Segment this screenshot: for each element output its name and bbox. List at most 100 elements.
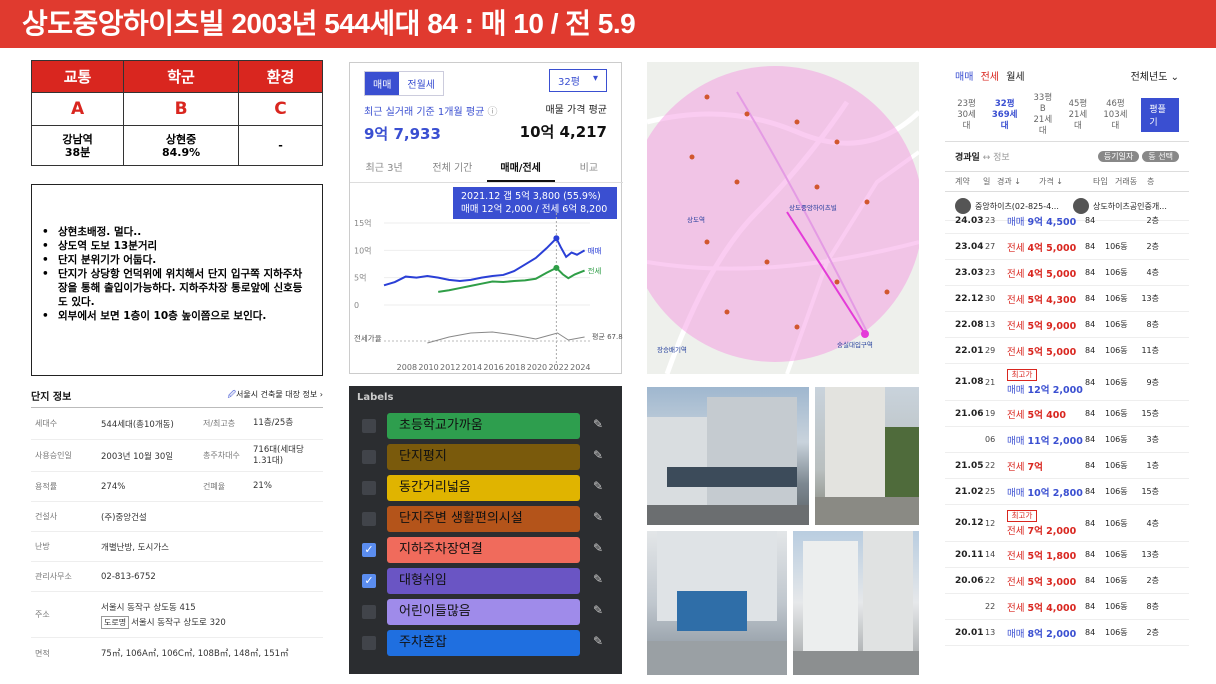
col-price[interactable]: 가격 ↓ (1039, 176, 1093, 187)
size-tab-selected[interactable]: 32평 369세대 (990, 99, 1019, 132)
location-map[interactable]: 상도중앙하이츠빌 상도역 숭실대입구역 장승배기역 (647, 62, 919, 374)
label-checkbox[interactable]: ✓ (362, 574, 376, 588)
label-pill[interactable]: 동간거리넓음 (387, 475, 580, 501)
tx-subheader: 경과일 ↔ 정보 등기일자 동 선택 (945, 142, 1189, 171)
col-contract[interactable]: 계약 (955, 176, 983, 187)
grade-info-school: 상현중 84.9% (123, 125, 240, 166)
label-checkbox[interactable]: ✓ (362, 543, 376, 557)
pencil-icon[interactable]: ✎ (593, 572, 603, 586)
tx-tab-monthly[interactable]: 월세 (1006, 72, 1024, 83)
pencil-icon[interactable]: ✎ (593, 510, 603, 524)
label-pill[interactable]: 대형쉬임 (387, 568, 580, 594)
size-select[interactable]: 32평 ▾ (549, 69, 607, 92)
pencil-icon[interactable]: ✎ (593, 541, 603, 555)
tab-rent[interactable]: 전월세 (399, 72, 443, 95)
grade-info-line: 38분 (64, 145, 91, 159)
label-pill[interactable]: 어린이들많음 (387, 599, 580, 625)
label-checkbox[interactable] (362, 636, 376, 650)
label-checkbox[interactable] (362, 481, 376, 495)
x-tick-label: 2018 (505, 363, 525, 372)
table-row[interactable]: 22.12 30 전세 5억 4,300 84 106동 13층 (945, 286, 1189, 312)
complex-area: 75㎡, 106A㎡, 106C㎡, 108B㎡, 148㎡, 151㎡ (101, 649, 289, 659)
label-pill[interactable]: 주차혼잡 (387, 630, 580, 656)
table-row[interactable]: 20.06 22 전세 5억 3,000 84 106동 2층 (945, 568, 1189, 594)
table-row[interactable]: 24.03 23 매매 9억 4,500 84 2층 (945, 208, 1189, 234)
grade-info-line: 84.9% (161, 145, 201, 159)
building-select-chip[interactable]: 동 선택 (1142, 151, 1179, 162)
label-pill[interactable]: 단지평지 (387, 444, 580, 470)
table-row[interactable]: 06 매매 11억 2,000 84 106동 3층 (945, 427, 1189, 453)
table-row[interactable]: 23.04 27 전세 4억 5,000 84 106동 2층 (945, 234, 1189, 260)
table-row[interactable]: 21.05 22 전세 7억 84 106동 1층 (945, 453, 1189, 479)
table-row[interactable]: 20.01 13 매매 8억 2,000 84 106동 2층 (945, 620, 1189, 646)
tx-amount: 4억 5,000 (1027, 242, 1077, 254)
tx-tab-rent[interactable]: 전세 (981, 72, 999, 83)
table-row[interactable]: 23.03 23 전세 4억 5,000 84 106동 4층 (945, 260, 1189, 286)
size-tab[interactable]: 46평 103세대 (1101, 99, 1129, 132)
tx-type: 84 (1085, 628, 1096, 637)
tooltip-line: 2021.12 갭 5억 3,800 (55.9%) (461, 191, 601, 202)
tx-building: 106동 (1105, 346, 1128, 355)
table-row[interactable]: 21.02 25 매매 10억 2,800 84 106동 15층 (945, 479, 1189, 505)
label-pill[interactable]: 초등학교가까움 (387, 413, 580, 439)
photo-building-gate[interactable] (815, 387, 919, 525)
tab-sale[interactable]: 매매 (365, 72, 400, 95)
y-tick-label: 15억 (354, 218, 372, 228)
tx-tab-sale[interactable]: 매매 (955, 72, 973, 83)
complex-value: 274% (101, 481, 126, 492)
tx-floor: 15층 (1141, 409, 1159, 418)
tx-type: 84 (1085, 550, 1096, 559)
grade-environment: C (238, 92, 323, 126)
tx-amount: 5억 9,000 (1027, 320, 1077, 332)
tx-day: 14 (985, 550, 996, 559)
registration-date-chip[interactable]: 등기일자 (1097, 151, 1140, 162)
col-elapsed[interactable]: 경과 ↓ (997, 176, 1039, 187)
grade-header-transport: 교통 (30, 60, 125, 93)
tx-amount: 4억 5,000 (1027, 268, 1077, 280)
pencil-icon[interactable]: ✎ (593, 448, 603, 462)
year-filter[interactable]: 전체년도 ⌄ (1131, 68, 1179, 83)
poi-marker (834, 139, 840, 145)
tab-recent-3y[interactable]: 최근 3년 (350, 153, 418, 182)
label-pill[interactable]: 지하주차장연결 (387, 537, 580, 563)
tx-floor: 8층 (1146, 602, 1159, 611)
label-checkbox[interactable] (362, 512, 376, 526)
max-price-badge: 최고가 (1007, 368, 1037, 381)
poi-marker (884, 289, 890, 295)
help-icon[interactable]: ⓘ (487, 107, 497, 118)
size-tab[interactable]: 33평B 21세대 (1031, 93, 1054, 137)
caret-down-icon: ▾ (592, 73, 598, 84)
tx-day: 29 (985, 346, 996, 355)
pencil-icon[interactable]: ✎ (593, 634, 603, 648)
table-row[interactable]: 22.01 29 전세 5억 5,000 84 106동 11층 (945, 338, 1189, 364)
tab-sale-rent[interactable]: 매매/전세 (486, 153, 555, 182)
pencil-icon[interactable]: ✎ (593, 479, 603, 493)
table-row[interactable]: 20.12 12 최고가 전세 7억 2,000 84 106동 4층 (945, 505, 1189, 542)
photo-street-view[interactable] (647, 387, 809, 525)
table-row[interactable]: 20.11 14 전세 5억 1,800 84 106동 13층 (945, 542, 1189, 568)
photo-entrance[interactable] (647, 531, 787, 675)
size-toggle-button[interactable]: 평플기 (1141, 98, 1179, 132)
tx-building: 106동 (1105, 242, 1128, 251)
tx-date: 21.02 (955, 486, 984, 497)
table-row[interactable]: 21.08 21 최고가 매매 12억 2,000 84 106동 9층 (945, 364, 1189, 401)
size-tab[interactable]: 23평 30세대 (955, 99, 978, 132)
label-pill[interactable]: 단지주변 생활편의시설 (387, 506, 580, 532)
tab-all-period[interactable]: 전체 기간 (418, 153, 486, 182)
photo-towers[interactable] (793, 531, 919, 675)
table-row[interactable]: 21.06 19 전세 5억 400 84 106동 15층 (945, 401, 1189, 427)
table-row[interactable]: 22 전세 5억 4,000 84 106동 8층 (945, 594, 1189, 620)
building-registry-link[interactable]: 🖉서울시 건축물 대장 정보 › (227, 389, 323, 403)
label-checkbox[interactable] (362, 419, 376, 433)
edit-icon: 🖉 (227, 389, 237, 399)
pencil-icon[interactable]: ✎ (593, 417, 603, 431)
pencil-icon[interactable]: ✎ (593, 603, 603, 617)
label-checkbox[interactable] (362, 450, 376, 464)
x-tick-label: 2010 (418, 363, 438, 372)
table-row[interactable]: 22.08 13 전세 5억 9,000 84 106동 8층 (945, 312, 1189, 338)
swap-icon[interactable]: ↔ (983, 153, 991, 163)
tx-date: 21.05 (955, 460, 984, 471)
label-checkbox[interactable] (362, 605, 376, 619)
size-tab[interactable]: 45평 21세대 (1066, 99, 1089, 132)
tab-compare[interactable]: 비교 (555, 153, 623, 182)
